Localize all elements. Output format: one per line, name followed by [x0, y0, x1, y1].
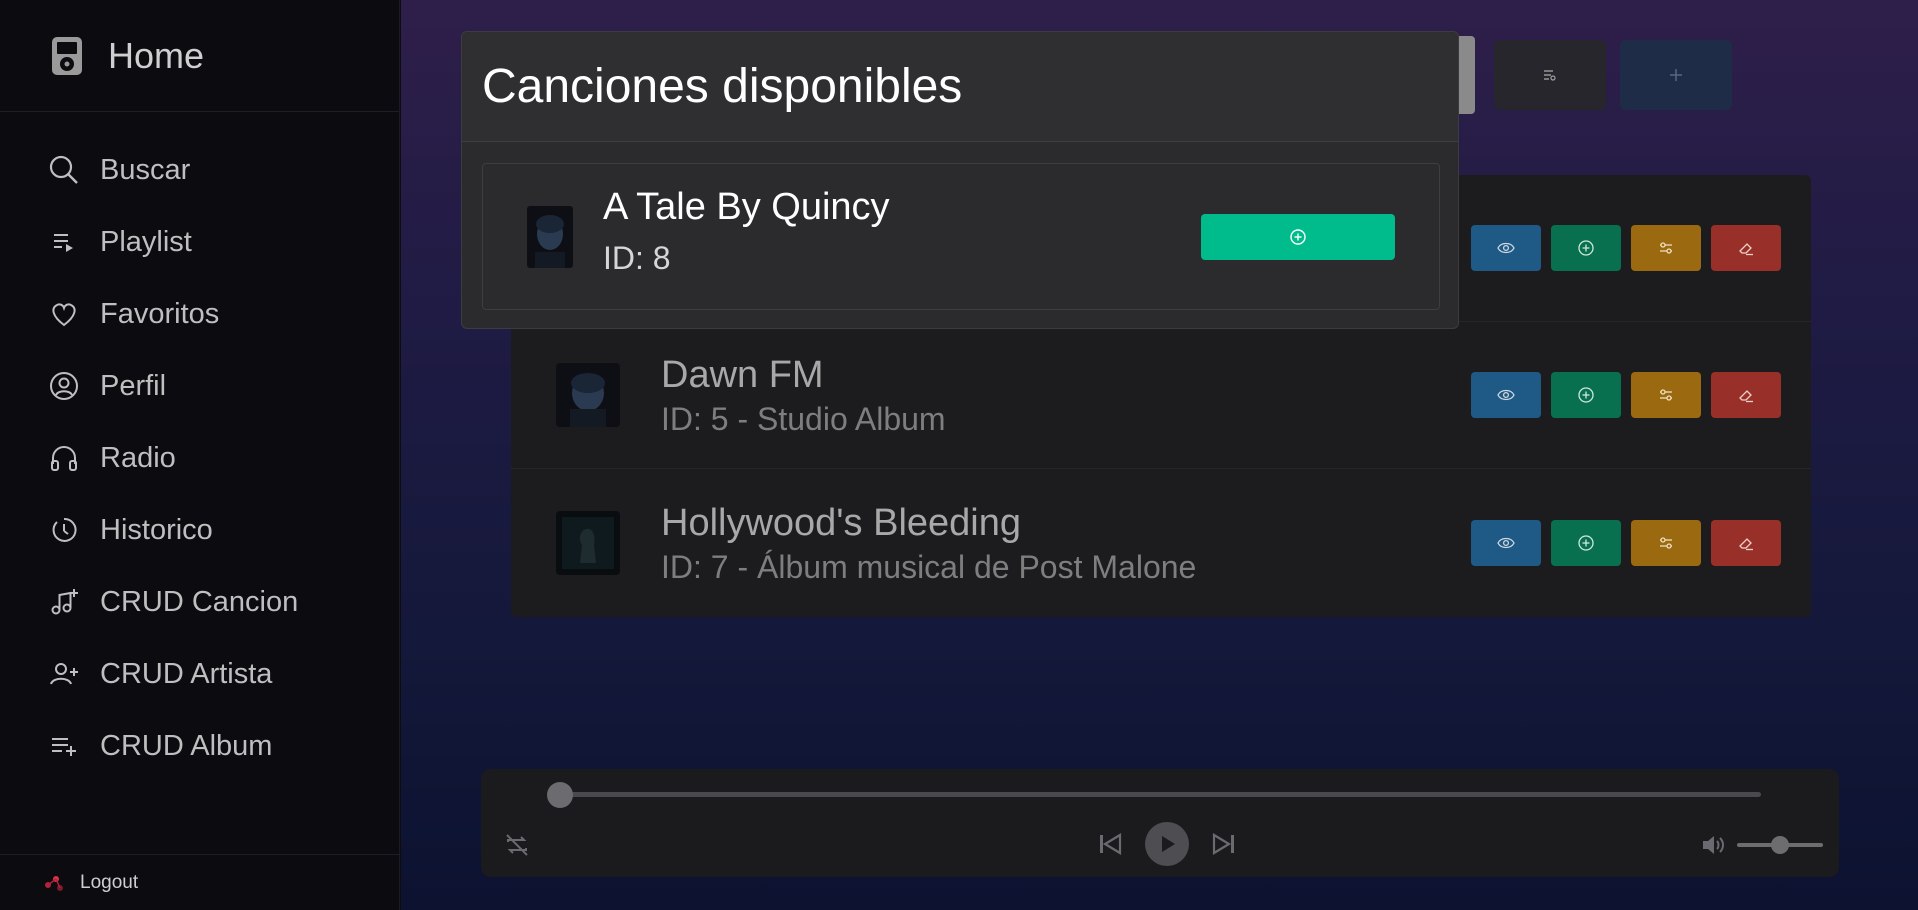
sidebar-nav: Buscar Playlist Favoritos Perfil Radio H…: [0, 112, 399, 782]
logout-button[interactable]: Logout: [0, 854, 400, 910]
eraser-icon: [1739, 537, 1753, 550]
skip-forward-icon: [1212, 833, 1234, 855]
sidebar-item-label: Buscar: [100, 153, 191, 186]
sidebar-item-radio[interactable]: Radio: [0, 422, 399, 494]
delete-button[interactable]: [1711, 372, 1781, 418]
sidebar-item-buscar[interactable]: Buscar: [0, 134, 399, 206]
sidebar-item-playlist[interactable]: Playlist: [0, 206, 399, 278]
eye-icon: [1497, 537, 1515, 548]
edit-button[interactable]: [1631, 372, 1701, 418]
sidebar-item-label: Radio: [100, 441, 176, 474]
sidebar-item-label: Playlist: [100, 225, 192, 258]
list-search-button[interactable]: [1494, 40, 1606, 110]
volume-icon[interactable]: [1697, 829, 1729, 861]
logout-label: Logout: [80, 871, 139, 893]
previous-button[interactable]: [1093, 827, 1127, 861]
sidebar-item-label: CRUD Cancion: [100, 585, 299, 618]
album-title: Hollywood's Bleeding: [661, 501, 1022, 544]
view-button[interactable]: [1471, 519, 1541, 566]
eraser-icon: [1739, 243, 1753, 256]
row-actions: [1471, 225, 1781, 271]
modal-title: Canciones disponibles: [482, 60, 963, 113]
add-song-button[interactable]: [1551, 372, 1621, 418]
sidebar-item-favoritos[interactable]: Favoritos: [0, 278, 399, 350]
plus-circle-icon: [1578, 240, 1594, 256]
play-button[interactable]: [1145, 822, 1189, 866]
table-row: Dawn FM ID: 5 - Studio Album: [511, 322, 1811, 469]
music-player: [481, 769, 1839, 877]
volume-slider[interactable]: [1737, 836, 1823, 854]
brand[interactable]: Home: [0, 0, 399, 112]
sidebar-item-label: Perfil: [100, 369, 167, 402]
skip-back-icon: [1100, 833, 1122, 855]
sidebar: Home Buscar Playlist Favoritos Perfil Ra…: [0, 0, 400, 910]
edit-button[interactable]: [1631, 519, 1701, 566]
album-subtitle: ID: 7 - Álbum musical de Post Malone: [661, 548, 1197, 585]
ipod-icon: [52, 36, 82, 75]
heart-icon: [48, 298, 80, 330]
plus-circle-icon: [1578, 534, 1594, 551]
playback-controls: [1093, 822, 1241, 866]
play-icon: [1162, 836, 1175, 852]
plus-circle-icon: [1290, 229, 1306, 245]
plus-circle-icon: [1578, 387, 1594, 403]
modal-header: Canciones disponibles: [462, 32, 1458, 142]
add-song-to-album-button[interactable]: [1201, 214, 1395, 260]
view-button[interactable]: [1471, 225, 1541, 271]
sidebar-item-label: CRUD Artista: [100, 657, 273, 690]
progress-handle[interactable]: [547, 782, 573, 808]
album-cover: [556, 510, 620, 575]
song-id: ID: 8: [603, 240, 671, 276]
sidebar-item-label: Historico: [100, 513, 213, 546]
eye-icon: [1497, 242, 1515, 254]
add-album-button[interactable]: [1620, 40, 1732, 110]
table-row: Hollywood's Bleeding ID: 7 - Álbum music…: [511, 469, 1811, 616]
sidebar-item-perfil[interactable]: Perfil: [0, 350, 399, 422]
progress-bar[interactable]: [557, 792, 1761, 797]
row-actions: [1471, 519, 1781, 566]
song-card: A Tale By Quincy ID: 8: [482, 163, 1440, 310]
volume-control: [1697, 829, 1823, 861]
delete-button[interactable]: [1711, 225, 1781, 271]
music-add-icon: [48, 586, 80, 618]
edit-button[interactable]: [1631, 225, 1701, 271]
song-title: A Tale By Quincy: [603, 186, 890, 228]
headphones-icon: [48, 442, 80, 474]
plus-icon: [1670, 69, 1682, 81]
repeat-off-icon: [506, 834, 528, 856]
logout-icon: [45, 875, 63, 891]
sidebar-item-label: CRUD Album: [100, 729, 273, 762]
song-cover: [527, 206, 573, 268]
volume-handle[interactable]: [1771, 836, 1789, 854]
sidebar-item-historico[interactable]: Historico: [0, 494, 399, 566]
view-button[interactable]: [1471, 372, 1541, 418]
sidebar-item-crud-album[interactable]: CRUD Album: [0, 710, 399, 782]
list-add-icon: [48, 730, 80, 762]
sliders-icon: [1660, 536, 1672, 549]
album-cover: [556, 363, 620, 427]
eraser-icon: [1739, 390, 1753, 403]
sidebar-item-crud-cancion[interactable]: CRUD Cancion: [0, 566, 399, 638]
add-song-button[interactable]: [1551, 225, 1621, 271]
available-songs-modal: Canciones disponibles A Tale By Quincy I…: [461, 31, 1459, 329]
list-search-icon: [1544, 70, 1556, 81]
user-add-icon: [48, 658, 80, 690]
add-song-button[interactable]: [1551, 519, 1621, 566]
user-circle-icon: [48, 370, 80, 402]
sidebar-item-label: Favoritos: [100, 297, 220, 330]
album-subtitle: ID: 5 - Studio Album: [661, 401, 946, 437]
history-icon: [48, 514, 80, 546]
repeat-button[interactable]: [501, 829, 533, 861]
next-button[interactable]: [1207, 827, 1241, 861]
delete-button[interactable]: [1711, 519, 1781, 566]
playlist-icon: [48, 226, 80, 258]
sliders-icon: [1660, 389, 1672, 401]
row-actions: [1471, 372, 1781, 418]
sliders-icon: [1660, 242, 1672, 254]
brand-title: Home: [108, 34, 205, 76]
album-title: Dawn FM: [661, 354, 824, 396]
sidebar-item-crud-artista[interactable]: CRUD Artista: [0, 638, 399, 710]
eye-icon: [1497, 389, 1515, 401]
search-icon: [48, 154, 80, 186]
